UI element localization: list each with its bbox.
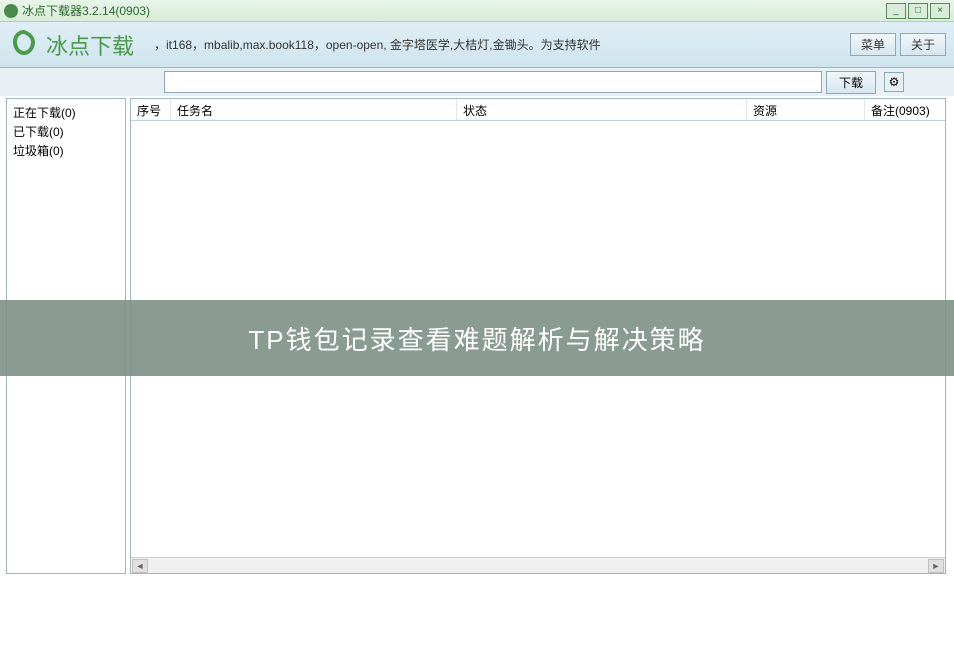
maximize-button[interactable]: □ — [908, 3, 928, 19]
header: 冰点下载 ，it168，mbalib,max.book118，open-open… — [0, 22, 954, 68]
column-note[interactable]: 备注(0903) — [865, 99, 945, 120]
column-resource[interactable]: 资源 — [747, 99, 865, 120]
sidebar-item-downloading[interactable]: 正在下载(0) — [13, 103, 119, 122]
window-controls: _ □ × — [886, 3, 950, 19]
header-buttons: 菜单 关于 — [850, 33, 946, 56]
column-status[interactable]: 状态 — [457, 99, 747, 120]
minimize-button[interactable]: _ — [886, 3, 906, 19]
searchbar: 下载 ⚙ — [0, 68, 954, 96]
horizontal-scrollbar[interactable]: ◄ ► — [131, 557, 945, 573]
logo-icon — [8, 27, 40, 62]
gear-icon: ⚙ — [889, 75, 900, 89]
overlay-text: TP钱包记录查看难题解析与解决策略 — [248, 320, 705, 357]
app-icon — [4, 4, 18, 18]
about-button[interactable]: 关于 — [900, 33, 946, 56]
window-title: 冰点下载器3.2.14(0903) — [22, 2, 150, 19]
column-seq[interactable]: 序号 — [131, 99, 171, 120]
table-header: 序号 任务名 状态 资源 备注(0903) — [131, 99, 945, 121]
url-input[interactable] — [164, 71, 822, 93]
scroll-right-icon[interactable]: ► — [928, 559, 944, 573]
close-button[interactable]: × — [930, 3, 950, 19]
logo-text: 冰点下载 — [46, 29, 134, 61]
menu-button[interactable]: 菜单 — [850, 33, 896, 56]
logo: 冰点下载 — [8, 27, 134, 62]
titlebar: 冰点下载器3.2.14(0903) _ □ × — [0, 0, 954, 22]
scroll-left-icon[interactable]: ◄ — [132, 559, 148, 573]
overlay-banner: TP钱包记录查看难题解析与解决策略 — [0, 300, 954, 376]
sidebar-item-trash[interactable]: 垃圾箱(0) — [13, 141, 119, 160]
header-subtitle: ，it168，mbalib,max.book118，open-open, 金字塔… — [154, 36, 601, 53]
settings-button[interactable]: ⚙ — [884, 72, 904, 92]
download-button[interactable]: 下载 — [826, 71, 876, 94]
sidebar-item-downloaded[interactable]: 已下载(0) — [13, 122, 119, 141]
column-name[interactable]: 任务名 — [171, 99, 457, 120]
